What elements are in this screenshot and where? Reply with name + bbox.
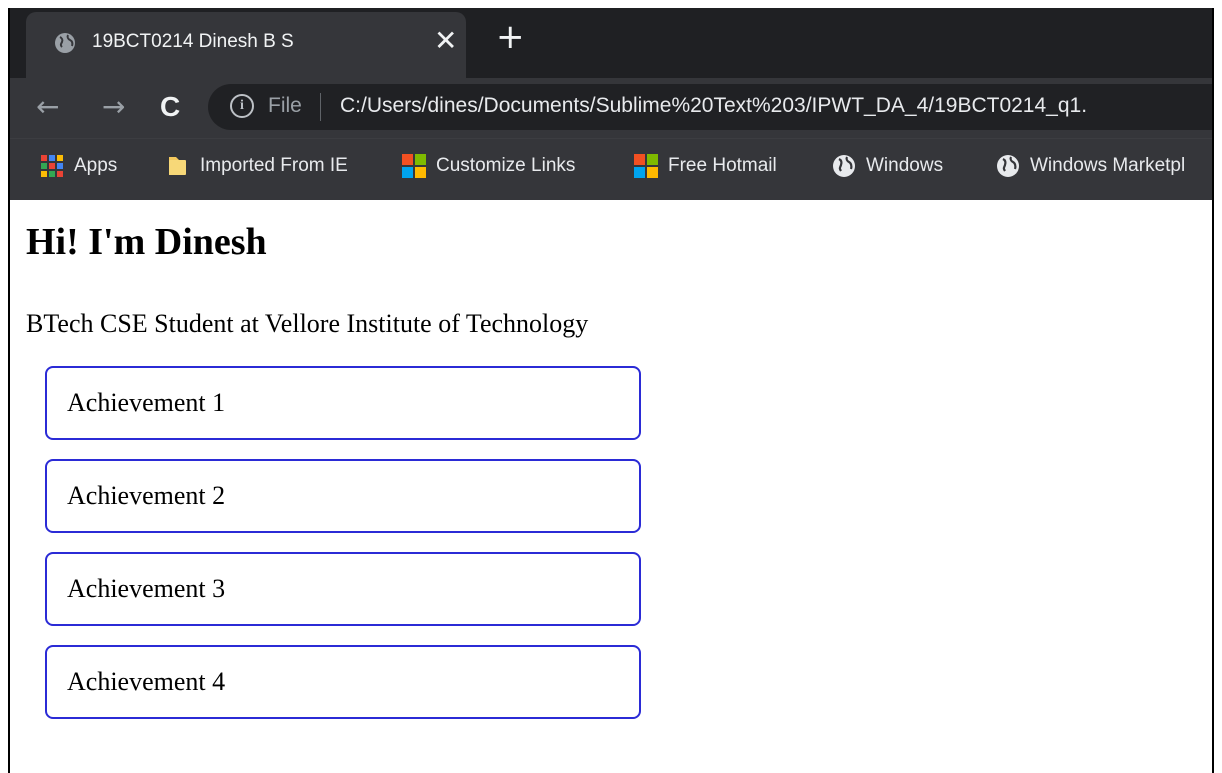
- back-arrow-icon[interactable]: ←: [36, 85, 59, 129]
- tab-strip: 19BCT0214 Dinesh B S ✕ +: [10, 8, 1212, 78]
- bookmark-label: Windows: [866, 155, 944, 176]
- bookmark-free-hotmail[interactable]: Free Hotmail: [634, 151, 777, 181]
- globe-icon: [54, 32, 76, 54]
- apps-grid-icon: [40, 154, 64, 178]
- globe-icon: [996, 154, 1020, 178]
- bookmark-customize-links[interactable]: Customize Links: [402, 151, 575, 181]
- forward-arrow-icon[interactable]: →: [102, 85, 125, 129]
- achievement-card: Achievement 2: [45, 459, 641, 533]
- bookmarks-bar: Apps Imported From IE Customize Links Fr…: [10, 138, 1212, 201]
- browser-window: 19BCT0214 Dinesh B S ✕ + ← → C i File C:…: [8, 8, 1214, 773]
- address-bar[interactable]: i File C:/Users/dines/Documents/Sublime%…: [208, 84, 1212, 130]
- omnibox-divider: [320, 93, 321, 121]
- folder-icon: [166, 154, 190, 178]
- bookmark-apps[interactable]: Apps: [40, 151, 117, 181]
- close-tab-icon[interactable]: ✕: [434, 26, 457, 56]
- page-content: Hi! I'm Dinesh BTech CSE Student at Vell…: [10, 200, 1212, 773]
- bookmark-imported-from-ie[interactable]: Imported From IE: [166, 151, 348, 181]
- windows-logo-icon: [634, 154, 658, 178]
- bookmark-windows[interactable]: Windows: [832, 151, 943, 181]
- windows-logo-icon: [402, 154, 426, 178]
- page-subtitle: BTech CSE Student at Vellore Institute o…: [26, 309, 589, 338]
- reload-icon[interactable]: C: [160, 85, 180, 129]
- bookmark-label: Apps: [74, 155, 118, 176]
- globe-icon: [832, 154, 856, 178]
- achievement-card: Achievement 3: [45, 552, 641, 626]
- url-scheme-label: File: [268, 94, 302, 117]
- bookmark-label: Windows Marketpl: [1030, 155, 1186, 176]
- bookmark-windows-marketplace[interactable]: Windows Marketpl: [996, 151, 1185, 181]
- achievement-card: Achievement 1: [45, 366, 641, 440]
- site-info-icon[interactable]: i: [230, 94, 254, 118]
- bookmark-label: Imported From IE: [200, 155, 348, 176]
- bookmark-label: Free Hotmail: [668, 155, 777, 176]
- bookmark-label: Customize Links: [436, 155, 576, 176]
- browser-toolbar: ← → C i File C:/Users/dines/Documents/Su…: [10, 78, 1212, 138]
- url-text[interactable]: C:/Users/dines/Documents/Sublime%20Text%…: [340, 94, 1087, 118]
- browser-tab[interactable]: 19BCT0214 Dinesh B S ✕: [26, 12, 466, 78]
- page-heading: Hi! I'm Dinesh: [26, 221, 267, 263]
- achievement-card: Achievement 4: [45, 645, 641, 719]
- new-tab-button[interactable]: +: [496, 20, 525, 54]
- tab-title: 19BCT0214 Dinesh B S: [92, 31, 294, 52]
